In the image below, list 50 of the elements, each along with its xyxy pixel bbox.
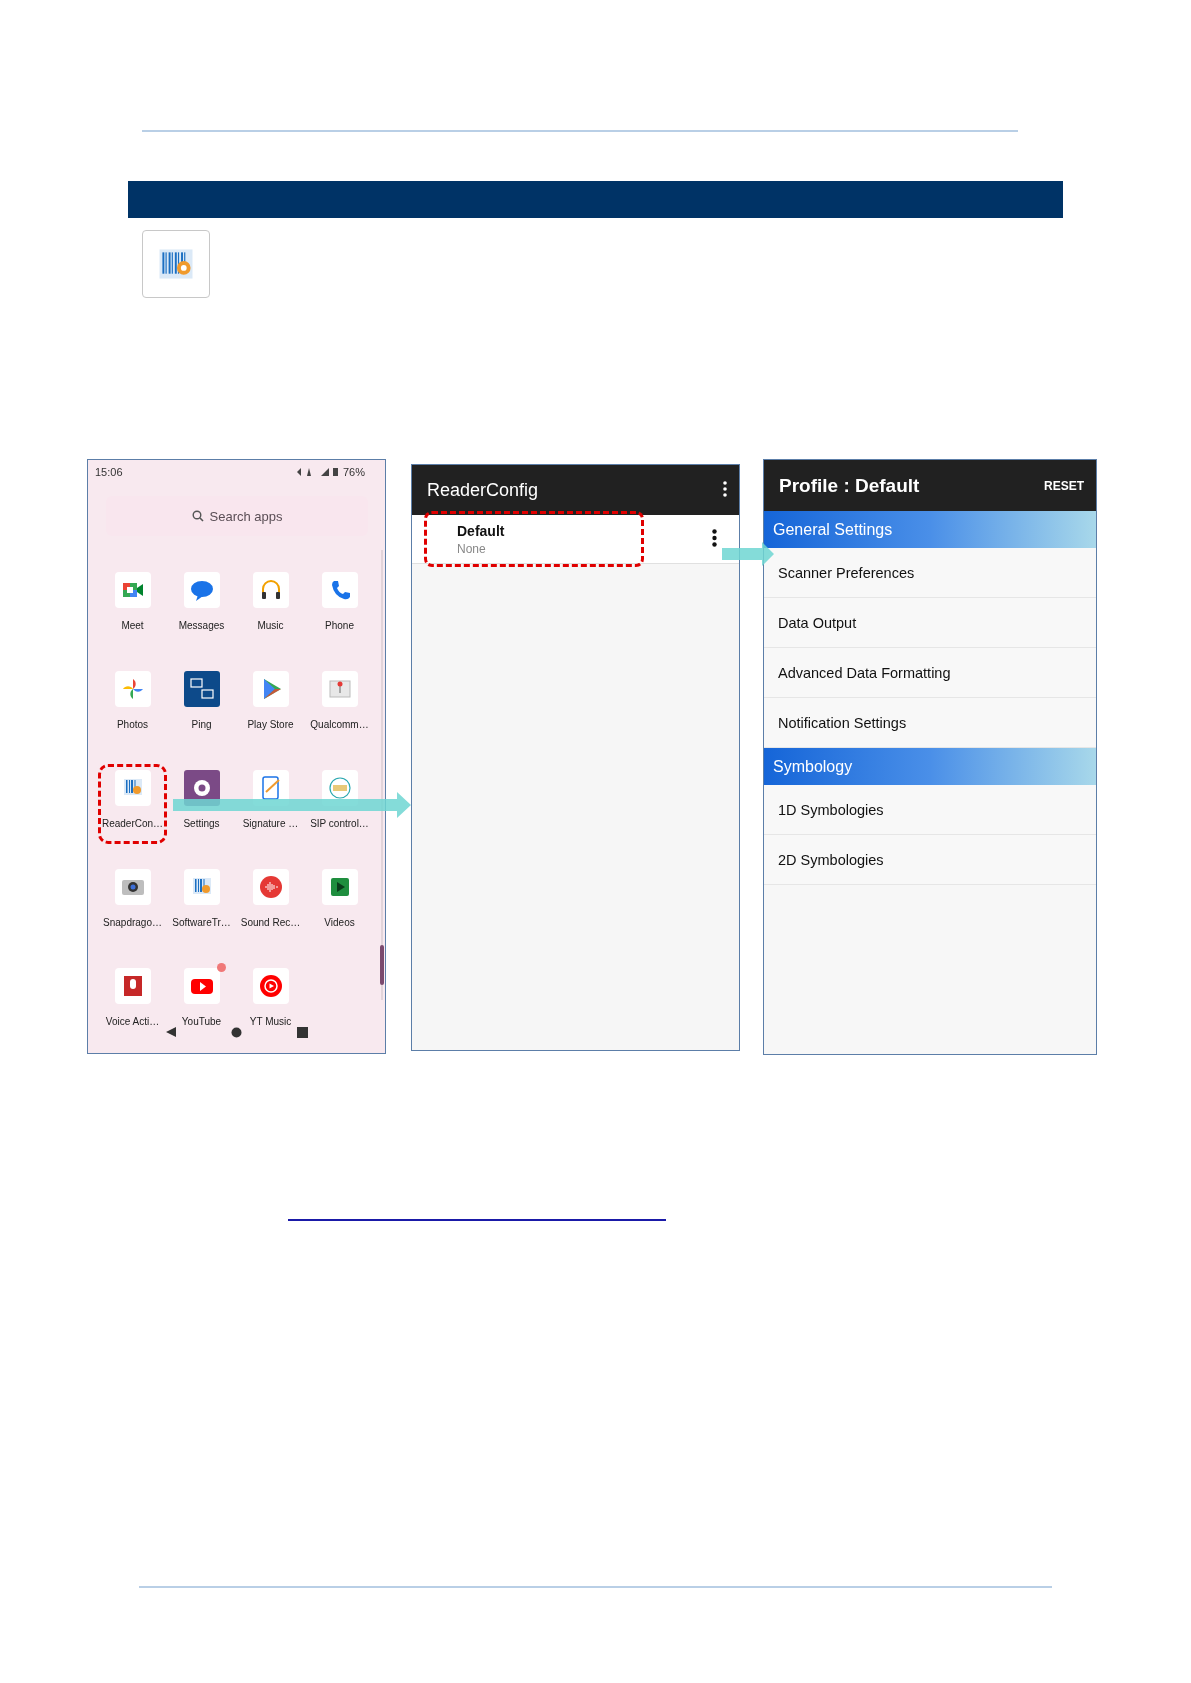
play-icon [252, 968, 289, 1004]
profile-name: Default [457, 522, 505, 539]
barcode-icon [183, 869, 220, 905]
chat-bubble-icon [183, 572, 220, 608]
overflow-menu-icon[interactable] [723, 480, 727, 500]
clock: 15:06 [95, 466, 123, 478]
barcode-icon [114, 770, 151, 806]
screen-title: Profile : Default [779, 474, 920, 497]
app-shortcut[interactable]: YouTube [167, 960, 236, 1059]
play-icon [321, 869, 358, 905]
home-button[interactable] [231, 1026, 243, 1041]
app-shortcut[interactable]: Meet [98, 564, 167, 663]
microphone-icon [114, 968, 151, 1004]
app-shortcut[interactable]: Sound Rec… [236, 861, 305, 960]
scroll-thumb[interactable] [380, 945, 384, 985]
app-shortcut[interactable]: Messages [167, 564, 236, 663]
barcode-icon [142, 230, 210, 298]
category-header: Symbology [764, 748, 1096, 785]
pin-icon [321, 671, 358, 707]
pinwheel-icon [114, 671, 151, 707]
reset-button[interactable]: RESET [1044, 478, 1084, 493]
overflow-menu-icon[interactable] [712, 528, 717, 550]
video-camera-icon [114, 572, 151, 608]
search-icon [191, 510, 204, 522]
search-placeholder: Search apps [209, 508, 283, 524]
app-shortcut[interactable]: Voice Acti… [98, 960, 167, 1059]
app-shortcut[interactable]: Snapdrago… [98, 861, 167, 960]
app-title: ReaderConfig [427, 479, 539, 501]
battery-percent: 76% [342, 466, 365, 478]
phone-icon [321, 572, 358, 608]
monitors-icon [183, 671, 220, 707]
headphones-icon [252, 572, 289, 608]
waveform-icon [252, 869, 289, 905]
app-shortcut[interactable]: ReaderCon… [98, 762, 167, 861]
profile-detail: None [457, 541, 487, 556]
recents-button[interactable] [296, 1026, 308, 1041]
app-shortcut[interactable]: Ping [167, 663, 236, 762]
app-shortcut[interactable]: Music [236, 564, 305, 663]
app-shortcut[interactable]: Videos [305, 861, 374, 960]
app-shortcut[interactable]: YT Music [236, 960, 305, 1059]
play-icon [183, 968, 220, 1004]
app-shortcut[interactable]: Qualcomm… [305, 663, 374, 762]
app-shortcut[interactable]: Play Store [236, 663, 305, 762]
app-shortcut[interactable]: Photos [98, 663, 167, 762]
category-header: General Settings [764, 511, 1096, 548]
app-shortcut[interactable]: SoftwareTr… [167, 861, 236, 960]
flow-arrow [722, 542, 774, 566]
camera-icon [114, 869, 151, 905]
app-shortcut[interactable]: Phone [305, 564, 374, 663]
play-icon [252, 671, 289, 707]
